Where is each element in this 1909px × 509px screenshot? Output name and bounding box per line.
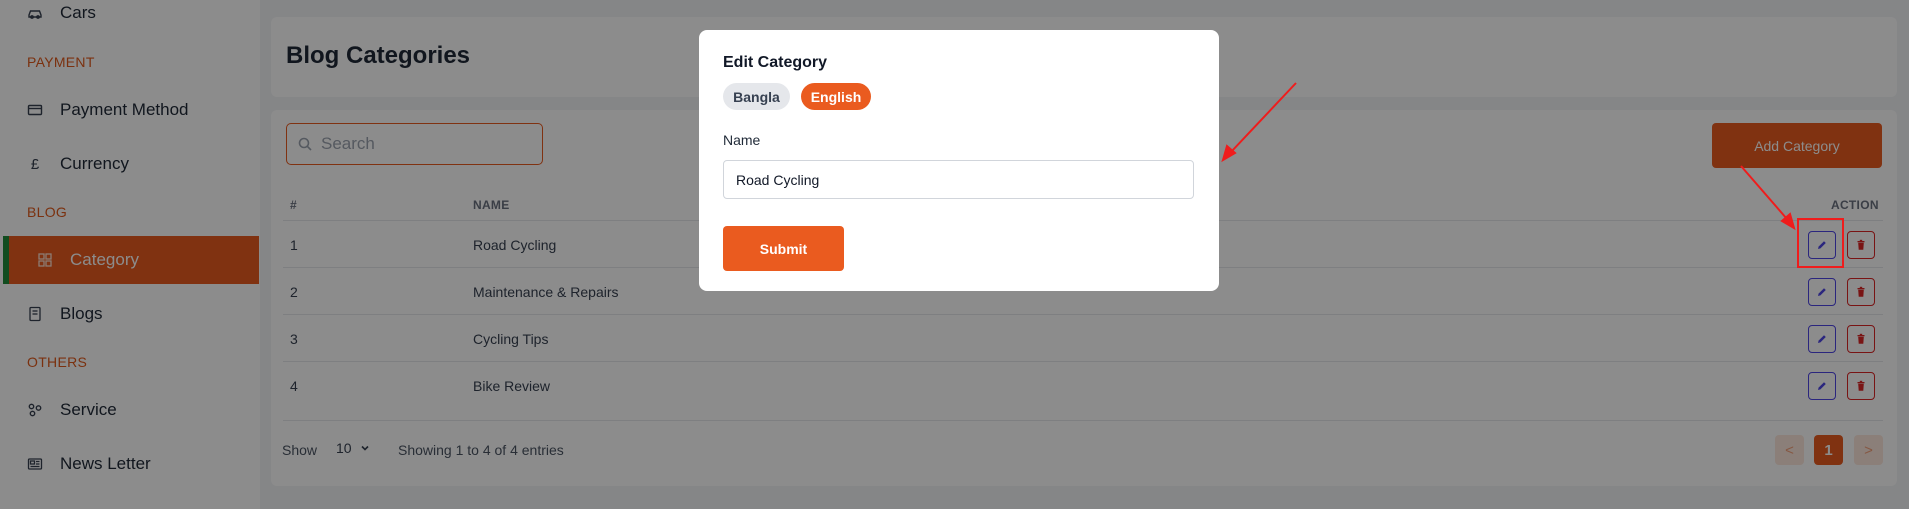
modal-title: Edit Category	[723, 54, 828, 71]
annotation-highlight-box	[1797, 218, 1844, 268]
edit-category-modal: Edit Category Bangla English Name Submit	[699, 30, 1219, 291]
tab-english[interactable]: English	[801, 83, 871, 110]
name-label: Name	[723, 132, 761, 148]
name-field[interactable]	[723, 160, 1194, 199]
tab-bangla[interactable]: Bangla	[723, 83, 790, 110]
submit-button[interactable]: Submit	[723, 226, 844, 271]
